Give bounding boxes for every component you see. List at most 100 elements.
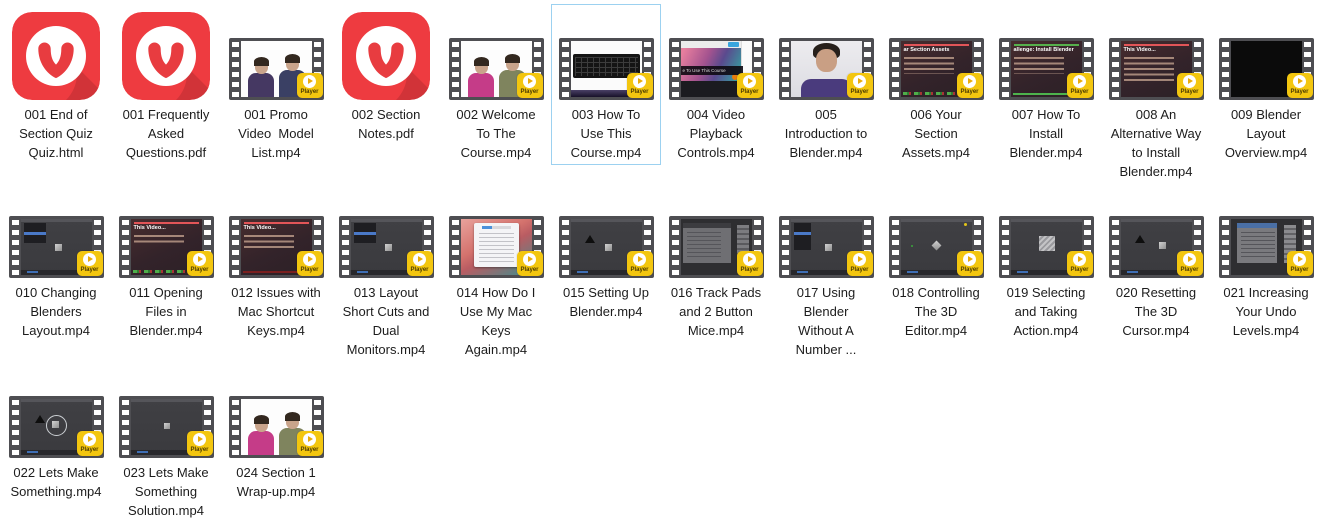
file-icon-area: Player bbox=[1108, 214, 1204, 278]
player-badge-label: Player bbox=[960, 267, 979, 273]
file-item[interactable]: Player 018 Controlling The 3D Editor.mp4 bbox=[881, 210, 991, 343]
file-icon-area: Player bbox=[1218, 8, 1314, 100]
file-item[interactable]: Player 019 Selecting and Taking Action.mp… bbox=[991, 210, 1101, 343]
play-icon bbox=[83, 433, 96, 446]
play-icon bbox=[743, 253, 756, 266]
player-badge: Player bbox=[296, 251, 323, 276]
file-name: 004 Video Playback Controls.mp4 bbox=[677, 107, 755, 160]
file-icon-area: This Video... Player bbox=[118, 214, 214, 278]
play-icon bbox=[193, 433, 206, 446]
file-item[interactable]: Player 017 Using Blender Without A Number… bbox=[771, 210, 881, 362]
player-badge-label: Player bbox=[1070, 89, 1089, 95]
video-thumbnail: This Video... Player bbox=[228, 216, 324, 278]
file-icon-area: Player bbox=[778, 214, 874, 278]
play-icon bbox=[83, 253, 96, 266]
file-item[interactable]: e To Use This Course Player 004 Video Play… bbox=[661, 4, 771, 165]
player-badge-label: Player bbox=[300, 89, 319, 95]
file-icon-area: This Video... Player bbox=[1108, 8, 1204, 100]
player-badge-label: Player bbox=[850, 267, 869, 273]
video-thumbnail: Player bbox=[778, 38, 874, 100]
file-item[interactable]: 001 End of Section Quiz Quiz.html bbox=[1, 4, 111, 165]
file-name: 008 An Alternative Way to Install Blende… bbox=[1110, 107, 1205, 179]
file-name: 015 Setting Up Blender.mp4 bbox=[562, 285, 653, 319]
player-badge: Player bbox=[296, 431, 323, 456]
file-icon-area: Player bbox=[8, 394, 104, 458]
file-item[interactable]: Player 010 Changing Blenders Layout.mp4 bbox=[1, 210, 111, 343]
video-thumbnail: Player bbox=[8, 396, 104, 458]
player-badge-label: Player bbox=[630, 89, 649, 95]
file-item[interactable]: This Video... Player 012 Issues with Mac S… bbox=[221, 210, 331, 343]
file-name: 001 Frequently Asked Questions.pdf bbox=[122, 107, 213, 160]
file-grid: 001 End of Section Quiz Quiz.html 001 Fre… bbox=[0, 4, 1324, 523]
player-badge-label: Player bbox=[1180, 89, 1199, 95]
player-badge: Player bbox=[736, 73, 763, 98]
video-thumbnail: Player bbox=[558, 38, 654, 100]
video-thumbnail: Player bbox=[338, 216, 434, 278]
file-item[interactable]: Player 024 Section 1 Wrap-up.mp4 bbox=[221, 390, 331, 504]
file-item[interactable]: Player 003 How To Use This Course.mp4 bbox=[551, 4, 661, 165]
file-icon-area bbox=[8, 8, 104, 100]
file-icon-area: ar Section Assets Player bbox=[888, 8, 984, 100]
play-icon bbox=[193, 253, 206, 266]
play-icon bbox=[963, 253, 976, 266]
file-item[interactable]: 002 Section Notes.pdf bbox=[331, 4, 441, 146]
file-item[interactable]: 001 Frequently Asked Questions.pdf bbox=[111, 4, 221, 165]
file-name: 009 Blender Layout Overview.mp4 bbox=[1224, 107, 1308, 160]
file-item[interactable]: This Video... Player 011 Opening Files in … bbox=[111, 210, 221, 343]
player-badge: Player bbox=[626, 73, 653, 98]
file-item[interactable]: Player 013 Layout Short Cuts and Dual Mon… bbox=[331, 210, 441, 362]
file-item[interactable]: Player 005 Introduction to Blender.mp4 bbox=[771, 4, 881, 165]
file-item[interactable]: Player 009 Blender Layout Overview.mp4 bbox=[1211, 4, 1321, 165]
file-name: 016 Track Pads and 2 Button Mice.mp4 bbox=[670, 285, 765, 338]
file-item[interactable]: Player 023 Lets Make Something Solution.m… bbox=[111, 390, 221, 523]
play-icon bbox=[1293, 253, 1306, 266]
vivaldi-icon bbox=[12, 12, 100, 100]
file-icon-area: Player bbox=[558, 8, 654, 100]
video-thumbnail: This Video... Player bbox=[1108, 38, 1204, 100]
file-name: 018 Controlling The 3D Editor.mp4 bbox=[892, 285, 984, 338]
player-badge: Player bbox=[516, 251, 543, 276]
file-item[interactable]: Player 020 Resetting The 3D Cursor.mp4 bbox=[1101, 210, 1211, 343]
file-item[interactable]: Player 015 Setting Up Blender.mp4 bbox=[551, 210, 661, 324]
player-badge-label: Player bbox=[300, 267, 319, 273]
file-item[interactable]: allenge: Install Blender Player 007 How To… bbox=[991, 4, 1101, 165]
file-name: 024 Section 1 Wrap-up.mp4 bbox=[236, 465, 320, 499]
player-badge-label: Player bbox=[80, 267, 99, 273]
file-icon-area: Player bbox=[118, 394, 214, 458]
play-icon bbox=[303, 433, 316, 446]
video-thumbnail: ar Section Assets Player bbox=[888, 38, 984, 100]
video-thumbnail: Player bbox=[228, 396, 324, 458]
player-badge-label: Player bbox=[740, 267, 759, 273]
video-thumbnail: Player bbox=[1108, 216, 1204, 278]
file-row: 001 End of Section Quiz Quiz.html 001 Fre… bbox=[1, 4, 1324, 184]
file-icon-area: Player bbox=[448, 8, 544, 100]
file-row: Player 010 Changing Blenders Layout.mp4 Th… bbox=[1, 210, 1324, 362]
play-icon bbox=[523, 75, 536, 88]
file-item[interactable]: Player 022 Lets Make Something.mp4 bbox=[1, 390, 111, 504]
thumb-title: allenge: Install Blender bbox=[1013, 47, 1074, 53]
player-badge-label: Player bbox=[410, 267, 429, 273]
vivaldi-icon bbox=[342, 12, 430, 100]
file-name: 021 Increasing Your Undo Levels.mp4 bbox=[1223, 285, 1313, 338]
file-item[interactable]: ar Section Assets Player 006 Your Section … bbox=[881, 4, 991, 165]
file-item[interactable]: Player 014 How Do I Use My Mac Keys Again… bbox=[441, 210, 551, 362]
file-name: 012 Issues with Mac Shortcut Keys.mp4 bbox=[231, 285, 325, 338]
file-name: 019 Selecting and Taking Action.mp4 bbox=[1006, 285, 1090, 338]
player-badge-label: Player bbox=[520, 89, 539, 95]
player-badge-label: Player bbox=[960, 89, 979, 95]
file-name: 003 How To Use This Course.mp4 bbox=[570, 107, 644, 160]
file-item[interactable]: Player 002 Welcome To The Course.mp4 bbox=[441, 4, 551, 165]
file-name: 013 Layout Short Cuts and Dual Monitors.… bbox=[342, 285, 433, 357]
player-badge-label: Player bbox=[1290, 267, 1309, 273]
player-badge-label: Player bbox=[1290, 89, 1309, 95]
file-item[interactable]: Player 021 Increasing Your Undo Levels.mp… bbox=[1211, 210, 1321, 343]
thumb-title: This Video... bbox=[243, 225, 276, 231]
file-item[interactable]: Player 016 Track Pads and 2 Button Mice.m… bbox=[661, 210, 771, 343]
player-badge-label: Player bbox=[300, 447, 319, 453]
file-icon-area: Player bbox=[778, 8, 874, 100]
file-item[interactable]: This Video... Player 008 An Alternative Wa… bbox=[1101, 4, 1211, 184]
player-badge: Player bbox=[1066, 251, 1093, 276]
file-item[interactable]: Player 001 Promo Video Model List.mp4 bbox=[221, 4, 331, 165]
thumb-title: e To Use This Course bbox=[680, 66, 743, 75]
video-thumbnail: Player bbox=[558, 216, 654, 278]
